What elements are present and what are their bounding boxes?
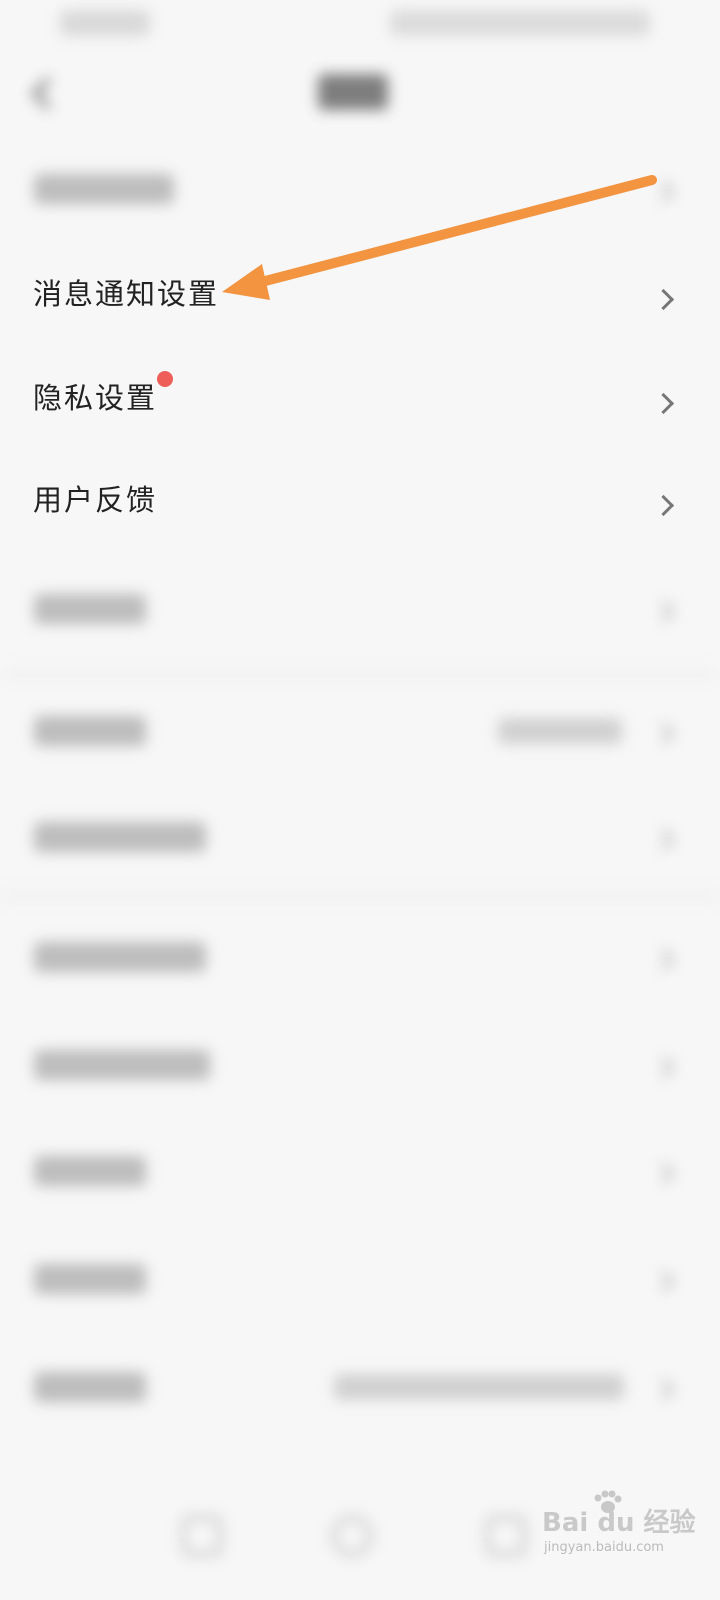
row-label bbox=[34, 1156, 146, 1186]
row-label: 消息通知设置 bbox=[33, 277, 220, 311]
chevron-right-icon bbox=[654, 288, 676, 310]
chevron-right-icon bbox=[654, 828, 676, 850]
settings-row-general[interactable] bbox=[0, 558, 720, 662]
settings-row-notification[interactable]: 消息通知设置 bbox=[0, 246, 720, 350]
page-title bbox=[318, 74, 388, 110]
chevron-right-icon bbox=[654, 1162, 676, 1184]
row-label bbox=[34, 174, 174, 204]
row-label: 用户反馈 bbox=[33, 483, 158, 517]
section-divider bbox=[0, 890, 720, 904]
chevron-right-icon bbox=[654, 948, 676, 970]
settings-row-permissions[interactable] bbox=[0, 786, 720, 890]
status-bar bbox=[0, 0, 720, 50]
nav-menu-button[interactable] bbox=[182, 1516, 222, 1556]
back-icon[interactable] bbox=[28, 76, 54, 110]
chevron-right-icon bbox=[654, 494, 676, 516]
settings-row-recommend[interactable] bbox=[0, 1014, 720, 1118]
row-value bbox=[334, 1374, 624, 1400]
status-icons bbox=[390, 10, 650, 36]
chevron-right-icon bbox=[654, 600, 676, 622]
chevron-right-icon bbox=[654, 1056, 676, 1078]
chevron-right-icon bbox=[654, 1378, 676, 1400]
settings-row-version[interactable] bbox=[0, 1336, 720, 1440]
settings-row-about[interactable] bbox=[0, 1120, 720, 1224]
row-label bbox=[34, 822, 206, 852]
watermark: Bai du 经验 jingyan.baidu.com bbox=[540, 1490, 710, 1560]
status-time bbox=[60, 10, 150, 36]
nav-back-button[interactable] bbox=[486, 1516, 526, 1556]
chevron-right-icon bbox=[654, 180, 676, 202]
settings-row-ads[interactable] bbox=[0, 906, 720, 1010]
row-value bbox=[498, 718, 622, 744]
chevron-right-icon bbox=[654, 1270, 676, 1292]
row-label bbox=[34, 716, 146, 746]
notification-dot bbox=[157, 371, 173, 387]
chevron-right-icon bbox=[654, 392, 676, 414]
row-label bbox=[34, 1050, 210, 1080]
row-label bbox=[34, 594, 146, 624]
row-label bbox=[34, 942, 206, 972]
settings-row-privacy[interactable]: 隐私设置 bbox=[0, 350, 720, 454]
settings-row-feedback[interactable]: 用户反馈 bbox=[0, 452, 720, 556]
chevron-right-icon bbox=[654, 722, 676, 744]
header bbox=[0, 50, 720, 140]
nav-home-button[interactable] bbox=[332, 1516, 372, 1556]
watermark-brand: Bai du 经验 bbox=[542, 1508, 696, 1538]
row-label bbox=[34, 1372, 146, 1402]
settings-row-account[interactable] bbox=[0, 138, 720, 242]
settings-row-cache[interactable] bbox=[0, 680, 720, 784]
settings-row-license[interactable] bbox=[0, 1228, 720, 1332]
row-label bbox=[34, 1264, 146, 1294]
row-label: 隐私设置 bbox=[33, 381, 158, 415]
watermark-url: jingyan.baidu.com bbox=[544, 1540, 664, 1555]
